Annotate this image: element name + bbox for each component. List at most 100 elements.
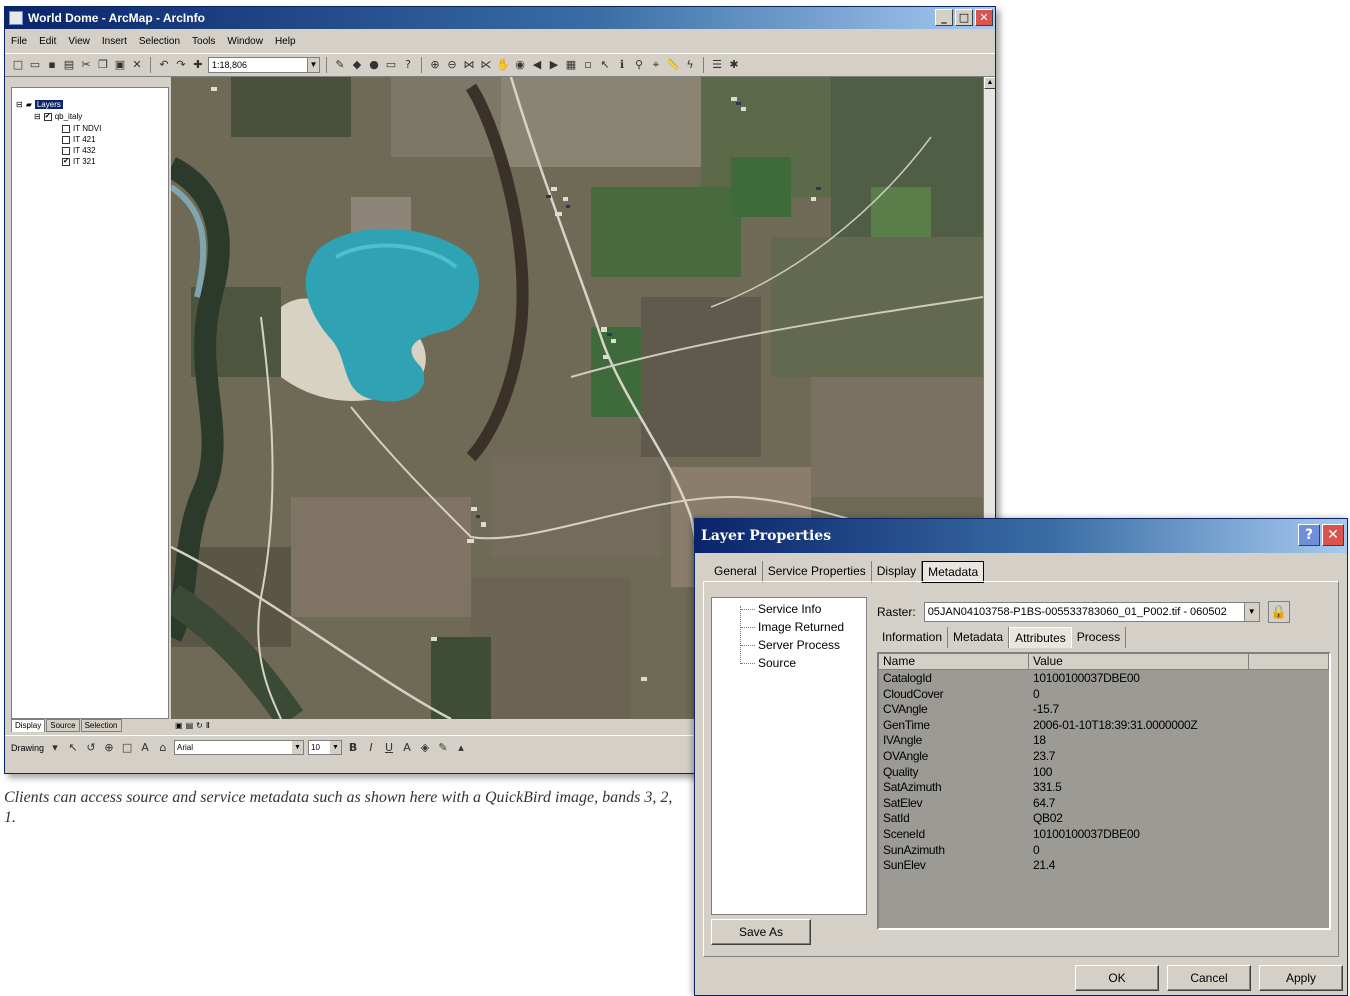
select-features-icon[interactable]: ▦ bbox=[564, 58, 578, 72]
menu-window[interactable]: Window bbox=[227, 36, 263, 47]
tab-metadata[interactable]: Metadata bbox=[922, 561, 985, 583]
layer-checkbox[interactable] bbox=[62, 124, 70, 133]
arctoolbox-icon[interactable]: ◆ bbox=[350, 58, 364, 72]
data-view-icon[interactable]: ▣ bbox=[175, 721, 183, 730]
fixed-zoom-out-icon[interactable]: ⋉ bbox=[479, 58, 493, 72]
tab-display[interactable]: Display bbox=[11, 719, 46, 732]
table-row[interactable]: IVAngle 18 bbox=[879, 733, 1329, 749]
print-icon[interactable]: ▤ bbox=[62, 58, 76, 72]
full-extent-icon[interactable]: ◉ bbox=[513, 58, 527, 72]
rotate-icon[interactable]: ↺ bbox=[84, 741, 98, 755]
toc-root-row[interactable]: ⊟ ▰ Layers bbox=[16, 100, 63, 109]
pause-icon[interactable]: Ⅱ bbox=[206, 721, 210, 730]
zoom-in-icon[interactable]: ⊕ bbox=[428, 58, 442, 72]
tree-item-source[interactable]: Source bbox=[741, 656, 796, 670]
table-row[interactable]: OVAngle 23.7 bbox=[879, 749, 1329, 765]
table-row[interactable]: CVAngle -15.7 bbox=[879, 702, 1329, 718]
close-icon[interactable]: ✕ bbox=[1322, 524, 1344, 546]
settings-icon[interactable]: ✱ bbox=[727, 58, 741, 72]
table-row[interactable]: SatElev 64.7 bbox=[879, 796, 1329, 812]
arccatalog-icon[interactable]: ● bbox=[367, 58, 381, 72]
tree-item-service-info[interactable]: Service Info bbox=[741, 602, 821, 616]
apply-button[interactable]: Apply bbox=[1259, 965, 1343, 991]
measure-icon[interactable]: 📏 bbox=[666, 58, 680, 72]
tab-general[interactable]: General bbox=[709, 561, 763, 583]
menu-view[interactable]: View bbox=[68, 36, 90, 47]
toc-layer-row[interactable]: IT 421 bbox=[62, 135, 96, 144]
layer-checkbox[interactable] bbox=[62, 146, 70, 155]
collapse-icon[interactable]: ⊟ bbox=[34, 112, 41, 121]
column-header-value[interactable]: Value bbox=[1029, 654, 1249, 670]
table-row[interactable]: SunAzimuth 0 bbox=[879, 843, 1329, 859]
text-icon[interactable]: A bbox=[138, 741, 152, 755]
scroll-up-icon[interactable]: ▲ bbox=[984, 77, 995, 89]
font-size-select[interactable]: 10 ▼ bbox=[308, 740, 343, 755]
dropdown-arrow-icon[interactable]: ▼ bbox=[292, 741, 304, 754]
tab-metadata-inner[interactable]: Metadata bbox=[948, 627, 1010, 648]
open-folder-icon[interactable]: ▭ bbox=[28, 58, 42, 72]
line-color-icon[interactable]: ✎ bbox=[436, 741, 450, 755]
marker-color-icon[interactable]: ▴ bbox=[454, 741, 468, 755]
whats-this-icon[interactable]: ? bbox=[401, 58, 415, 72]
table-row[interactable]: SceneId 10100100037DBE00 bbox=[879, 827, 1329, 843]
new-document-icon[interactable]: □ bbox=[11, 58, 25, 72]
redo-icon[interactable]: ↷ bbox=[174, 58, 188, 72]
toc-group-row[interactable]: ⊟ ✔ qb_italy bbox=[34, 112, 82, 121]
tree-item-image-returned[interactable]: Image Returned bbox=[741, 620, 844, 634]
layer-properties-icon[interactable]: ☰ bbox=[710, 58, 724, 72]
copy-icon[interactable]: ❐ bbox=[96, 58, 110, 72]
undo-icon[interactable]: ↶ bbox=[157, 58, 171, 72]
maximize-icon[interactable]: □ bbox=[955, 9, 973, 26]
italic-icon[interactable]: I bbox=[364, 741, 378, 755]
table-row[interactable]: Quality 100 bbox=[879, 765, 1329, 781]
cancel-button[interactable]: Cancel bbox=[1167, 965, 1251, 991]
select-elements-icon[interactable]: ↖ bbox=[66, 741, 80, 755]
layer-checkbox[interactable]: ✔ bbox=[62, 157, 70, 166]
raster-select[interactable]: 05JAN04103758-P1BS-005533783060_01_P002.… bbox=[923, 602, 1260, 622]
toc-layer-row[interactable]: IT NDVI bbox=[62, 124, 101, 133]
layer-checkbox[interactable] bbox=[62, 135, 70, 144]
dropdown-arrow-icon[interactable]: ▼ bbox=[1243, 603, 1259, 621]
menu-selection[interactable]: Selection bbox=[139, 36, 180, 47]
toc-layer-row[interactable]: ✔ IT 321 bbox=[62, 157, 96, 166]
tab-attributes[interactable]: Attributes bbox=[1009, 627, 1072, 648]
delete-icon[interactable]: ✕ bbox=[130, 58, 144, 72]
lock-icon[interactable]: 🔒 bbox=[1267, 601, 1290, 623]
column-header-name[interactable]: Name bbox=[879, 654, 1029, 670]
callout-icon[interactable]: ⌂ bbox=[156, 741, 170, 755]
select-elements-icon[interactable]: ↖ bbox=[598, 58, 612, 72]
ok-button[interactable]: OK bbox=[1075, 965, 1159, 991]
refresh-icon[interactable]: ↻ bbox=[196, 721, 203, 730]
table-row[interactable]: GenTime 2006-01-10T18:39:31.0000000Z bbox=[879, 718, 1329, 734]
find-icon[interactable]: ⚲ bbox=[632, 58, 646, 72]
paste-icon[interactable]: ▣ bbox=[113, 58, 127, 72]
tab-process[interactable]: Process bbox=[1072, 627, 1127, 648]
bold-icon[interactable]: B bbox=[346, 741, 360, 755]
back-icon[interactable]: ◀ bbox=[530, 58, 544, 72]
rectangle-icon[interactable]: □ bbox=[120, 741, 134, 755]
tab-selection[interactable]: Selection bbox=[80, 719, 122, 732]
font-color-icon[interactable]: A bbox=[400, 741, 414, 755]
drawing-menu[interactable]: Drawing bbox=[11, 743, 44, 753]
editor-icon[interactable]: ✎ bbox=[333, 58, 347, 72]
tab-information[interactable]: Information bbox=[877, 627, 949, 648]
help-icon[interactable]: ? bbox=[1298, 524, 1320, 546]
dialog-titlebar[interactable]: Layer Properties ? ✕ bbox=[695, 519, 1347, 553]
map-scale-select[interactable]: 1:18,806 ▼ bbox=[208, 57, 320, 73]
menu-insert[interactable]: Insert bbox=[102, 36, 127, 47]
zoom-out-icon[interactable]: ⊖ bbox=[445, 58, 459, 72]
menu-file[interactable]: File bbox=[11, 36, 27, 47]
group-checkbox[interactable]: ✔ bbox=[43, 112, 52, 121]
go-to-xy-icon[interactable]: ⌖ bbox=[649, 58, 663, 72]
tree-item-server-process[interactable]: Server Process bbox=[741, 638, 840, 652]
clear-selection-icon[interactable]: ▫ bbox=[581, 58, 595, 72]
menu-edit[interactable]: Edit bbox=[39, 36, 56, 47]
zoom-whole-page-icon[interactable]: ⊕ bbox=[102, 741, 116, 755]
tab-service-properties[interactable]: Service Properties bbox=[763, 561, 872, 583]
collapse-icon[interactable]: ⊟ bbox=[16, 100, 23, 109]
identify-icon[interactable]: ℹ bbox=[615, 58, 629, 72]
table-row[interactable]: CatalogId 10100100037DBE00 bbox=[879, 671, 1329, 687]
pan-icon[interactable]: ✋ bbox=[496, 58, 510, 72]
minimize-icon[interactable]: _ bbox=[935, 9, 953, 26]
save-icon[interactable]: ▪ bbox=[45, 58, 59, 72]
